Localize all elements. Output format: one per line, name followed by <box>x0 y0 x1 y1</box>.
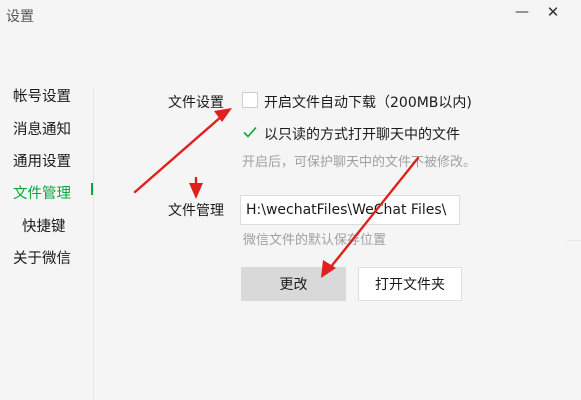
auto-download-checkbox[interactable] <box>242 92 258 108</box>
close-icon[interactable]: ✕ <box>538 0 568 24</box>
file-management-label: 文件管理 <box>168 203 224 219</box>
sidebar-item-general[interactable]: 通用设置 <box>13 150 71 171</box>
sidebar-item-account[interactable]: 帐号设置 <box>13 85 71 106</box>
save-path-hint: 微信文件的默认保存位置 <box>243 233 387 248</box>
window-title: 设置 <box>6 9 34 25</box>
file-settings-label: 文件设置 <box>168 95 224 111</box>
read-only-hint: 开启后，可保护聊天中的文件不被修改。 <box>242 155 477 170</box>
sidebar-item-notifications[interactable]: 消息通知 <box>13 118 71 139</box>
panel-edge-line <box>567 240 581 241</box>
sidebar-item-file-management[interactable]: 文件管理 <box>13 182 71 203</box>
minimize-icon[interactable]: — <box>507 0 537 24</box>
arrow-to-file-management-label <box>133 114 224 194</box>
arrowhead-file-management <box>189 183 203 199</box>
change-button[interactable]: 更改 <box>241 267 346 301</box>
sidebar-item-about[interactable]: 关于微信 <box>13 247 71 268</box>
save-path-field[interactable] <box>240 195 460 225</box>
open-folder-button[interactable]: 打开文件夹 <box>358 267 462 301</box>
read-only-label[interactable]: 以只读的方式打开聊天中的文件 <box>264 124 460 144</box>
read-only-checkbox-check-icon[interactable] <box>242 124 258 140</box>
sidebar-item-shortcuts[interactable]: 快捷键 <box>22 215 66 236</box>
sidebar-divider <box>93 88 94 400</box>
auto-download-label[interactable]: 开启文件自动下载（200MB以内) <box>264 92 472 112</box>
